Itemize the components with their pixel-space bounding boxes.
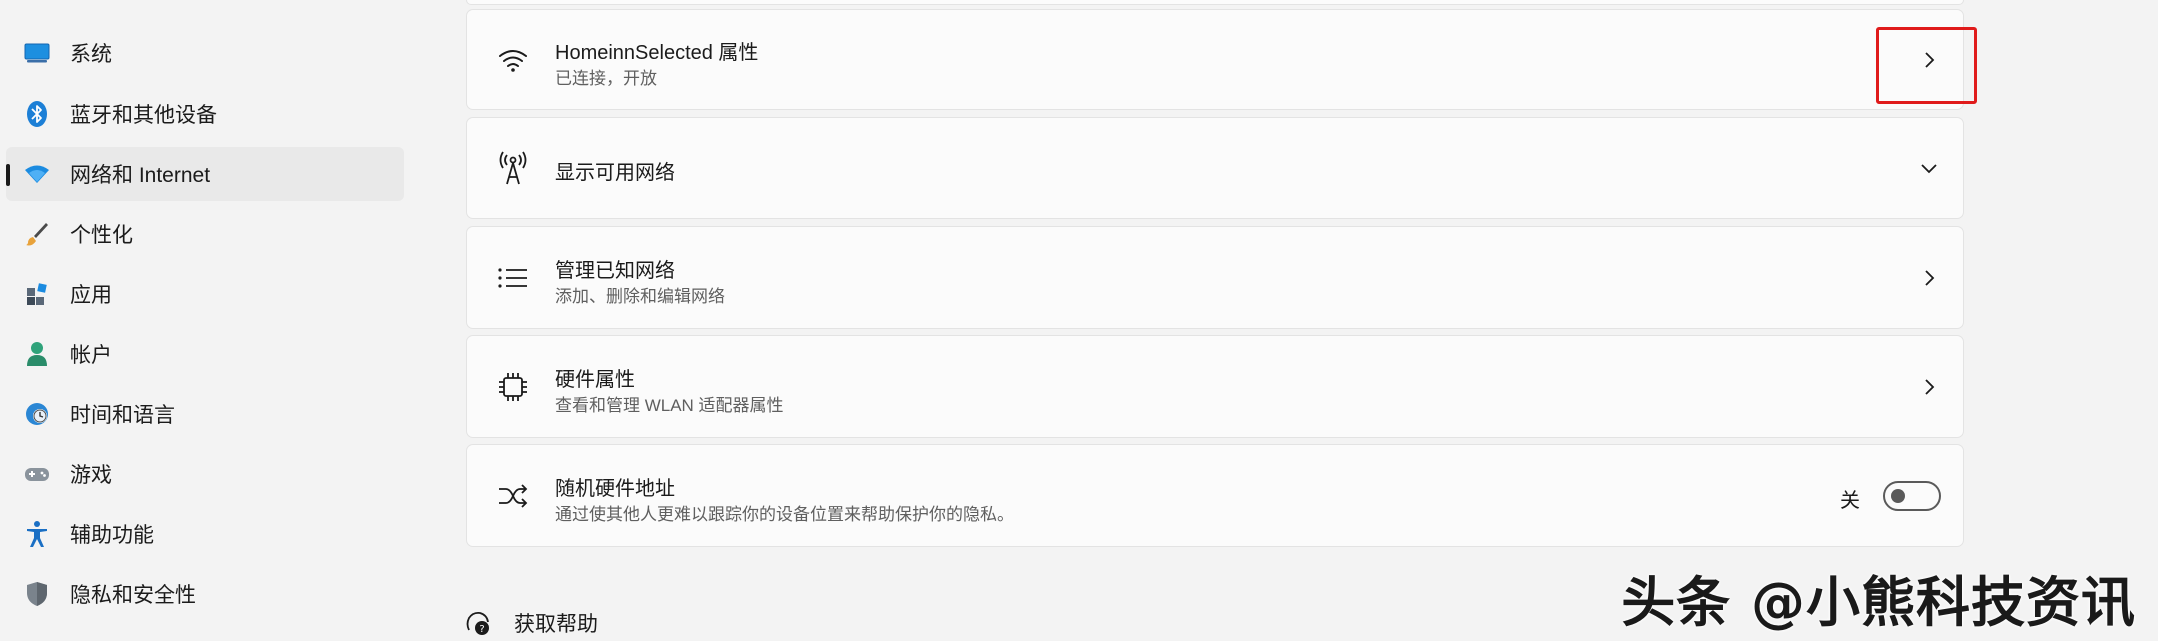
sidebar-item-system[interactable]: 系统 — [6, 26, 404, 80]
wifi-icon — [22, 159, 52, 189]
sidebar-item-network[interactable]: 网络和 Internet — [6, 147, 404, 201]
gamepad-icon — [22, 459, 52, 489]
sidebar-item-label: 蓝牙和其他设备 — [70, 104, 217, 127]
wifi-signal-icon — [493, 40, 533, 80]
accessibility-icon — [22, 519, 52, 549]
sidebar-item-label: 隐私和安全性 — [70, 584, 196, 607]
card-title: 随机硬件地址 — [555, 478, 675, 500]
card-subtitle: 已连接，开放 — [555, 69, 657, 88]
shuffle-icon — [493, 476, 533, 516]
card-hardware-properties[interactable]: 硬件属性 查看和管理 WLAN 适配器属性 — [466, 335, 1964, 438]
person-icon — [22, 339, 52, 369]
chevron-right-icon[interactable] — [1914, 263, 1944, 293]
sidebar-item-gaming[interactable]: 游戏 — [6, 447, 404, 501]
sidebar-item-label: 帐户 — [70, 344, 112, 367]
chip-icon — [493, 367, 533, 407]
globe-clock-icon — [22, 399, 52, 429]
card-subtitle: 添加、删除和编辑网络 — [555, 287, 725, 306]
toggle-state-label: 关 — [1840, 490, 1860, 512]
card-title: 显示可用网络 — [555, 162, 675, 184]
watermark-text: 头条 @小熊科技资讯 — [1621, 571, 2136, 634]
get-help-label: 获取帮助 — [514, 613, 598, 636]
sidebar: 系统 蓝牙和其他设备 网络和 Internet 个性化 应用 帐户 时间和语言 … — [0, 0, 410, 641]
list-icon — [493, 258, 533, 298]
brush-icon — [22, 219, 52, 249]
card-random-hardware-address: 随机硬件地址 通过使其他人更难以跟踪你的设备位置来帮助保护你的隐私。 关 — [466, 444, 1964, 547]
sidebar-item-label: 系统 — [70, 43, 112, 66]
random-address-toggle[interactable] — [1883, 481, 1941, 511]
bluetooth-icon — [22, 99, 52, 129]
sidebar-item-accounts[interactable]: 帐户 — [6, 327, 404, 381]
shield-icon — [22, 579, 52, 609]
sidebar-item-accessibility[interactable]: 辅助功能 — [6, 507, 404, 561]
sidebar-item-label: 个性化 — [70, 224, 133, 247]
card-title: 硬件属性 — [555, 369, 635, 391]
svg-text:?: ? — [479, 624, 484, 635]
card-previous-edge — [466, 0, 1964, 5]
card-title: 管理已知网络 — [555, 260, 675, 282]
active-indicator — [6, 164, 10, 186]
sidebar-item-time-language[interactable]: 时间和语言 — [6, 387, 404, 441]
sidebar-item-privacy[interactable]: 隐私和安全性 — [6, 567, 404, 621]
card-network-properties[interactable]: HomeinnSelected 属性 已连接，开放 — [466, 9, 1964, 110]
monitor-icon — [22, 38, 52, 68]
sidebar-item-personalization[interactable]: 个性化 — [6, 207, 404, 261]
antenna-icon — [493, 148, 533, 188]
toggle-knob — [1891, 489, 1905, 503]
sidebar-item-bluetooth[interactable]: 蓝牙和其他设备 — [6, 87, 404, 141]
card-title: HomeinnSelected 属性 — [555, 42, 759, 64]
card-subtitle: 查看和管理 WLAN 适配器属性 — [555, 396, 784, 415]
card-manage-known-networks[interactable]: 管理已知网络 添加、删除和编辑网络 — [466, 226, 1964, 329]
apps-icon — [22, 279, 52, 309]
chevron-right-icon[interactable] — [1914, 372, 1944, 402]
sidebar-item-label: 辅助功能 — [70, 524, 154, 547]
help-icon: ? — [462, 607, 494, 639]
card-subtitle: 通过使其他人更难以跟踪你的设备位置来帮助保护你的隐私。 — [555, 505, 1014, 524]
sidebar-item-label: 游戏 — [70, 464, 112, 487]
sidebar-item-apps[interactable]: 应用 — [6, 267, 404, 321]
chevron-down-icon[interactable] — [1914, 153, 1944, 183]
sidebar-item-label: 时间和语言 — [70, 404, 175, 427]
chevron-right-icon[interactable] — [1914, 45, 1944, 75]
card-show-available-networks[interactable]: 显示可用网络 — [466, 117, 1964, 219]
sidebar-item-label: 应用 — [70, 284, 112, 307]
sidebar-item-label: 网络和 Internet — [70, 164, 211, 187]
